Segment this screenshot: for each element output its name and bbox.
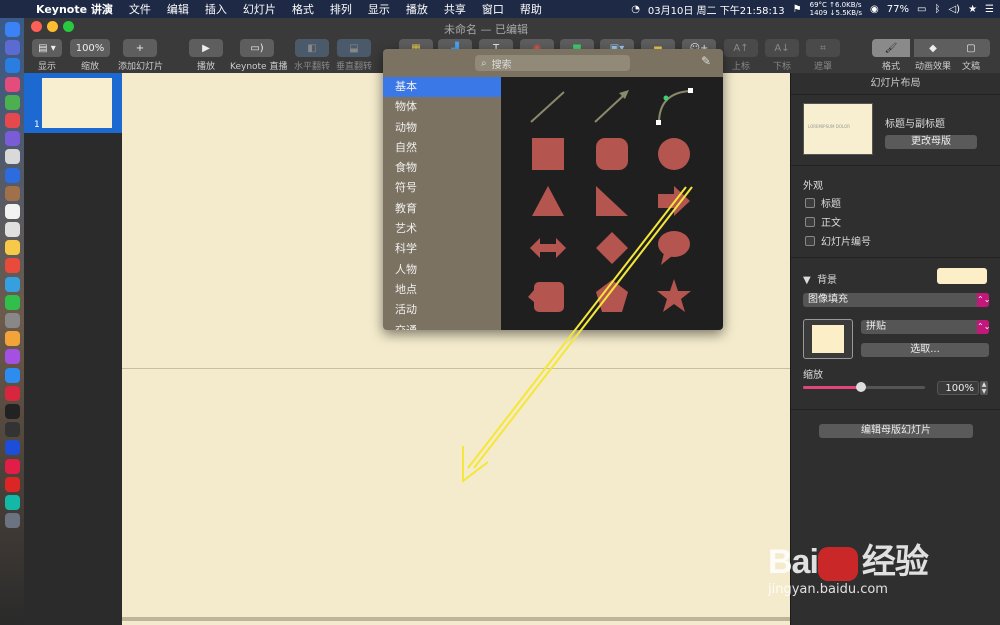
- watermark-brand-cn: 经验: [861, 543, 929, 581]
- watermark-url: jingyan.baidu.com: [768, 582, 888, 597]
- watermark-brand: Bai: [768, 543, 819, 581]
- watermark: Bai 经验 jingyan.baidu.com: [768, 520, 968, 610]
- paw-icon: [817, 547, 858, 582]
